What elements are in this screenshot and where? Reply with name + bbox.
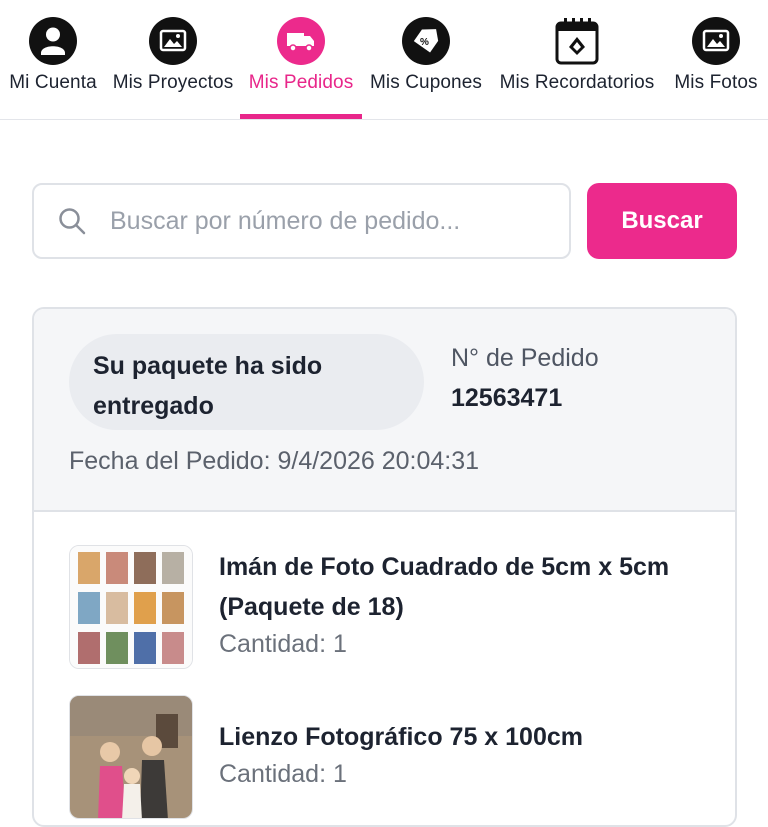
nav-tab-label: Mi Cuenta	[9, 72, 97, 93]
search-box	[32, 183, 571, 259]
order-number: 12563471	[451, 384, 563, 412]
svg-text:%: %	[420, 37, 429, 48]
order-search-input[interactable]	[108, 205, 552, 237]
order-number-label: N° de Pedido	[451, 344, 599, 372]
order-header: Su paquete ha sido entregado N° de Pedid…	[34, 309, 735, 512]
user-icon	[29, 17, 77, 65]
nav-tab-label: Mis Fotos	[674, 72, 758, 93]
nav-tab-mis-proyectos[interactable]: Mis Proyectos	[110, 0, 236, 120]
nav-tab-mi-cuenta[interactable]: Mi Cuenta	[0, 0, 106, 120]
product-quantity: Cantidad: 1	[219, 630, 347, 658]
image-icon	[149, 17, 197, 65]
product-title: Lienzo Fotográfico 75 x 100cm	[219, 723, 583, 751]
product-title-line2: (Paquete de 18)	[219, 593, 404, 621]
order-card: Su paquete ha sido entregado N° de Pedid…	[32, 307, 737, 827]
search-button[interactable]: Buscar	[587, 183, 737, 259]
image-icon	[692, 17, 740, 65]
product-quantity: Cantidad: 1	[219, 760, 347, 788]
nav-tab-label: Mis Recordatorios	[499, 72, 655, 93]
calendar-icon	[553, 17, 601, 65]
order-date: Fecha del Pedido: 9/4/2026 20:04:31	[69, 447, 480, 475]
search-icon	[59, 208, 86, 235]
delivery-status-badge: Su paquete ha sido entregado	[69, 334, 424, 430]
nav-tab-mis-pedidos[interactable]: Mis Pedidos	[240, 0, 362, 120]
nav-tab-mis-fotos[interactable]: Mis Fotos	[666, 0, 766, 120]
nav-tab-label: Mis Pedidos	[248, 72, 354, 93]
product-title: Imán de Foto Cuadrado de 5cm x 5cm	[219, 553, 670, 581]
nav-tab-mis-cupones[interactable]: % Mis Cupones	[366, 0, 486, 120]
active-tab-indicator	[240, 114, 362, 119]
nav-tab-label: Mis Proyectos	[112, 72, 234, 93]
truck-icon	[277, 17, 325, 65]
nav-tab-mis-recordatorios[interactable]: Mis Recordatorios	[492, 0, 662, 120]
top-navigation: Mi Cuenta Mis Proyectos Mis Pedidos % Mi…	[0, 0, 768, 120]
nav-tab-label: Mis Cupones	[370, 72, 482, 93]
product-thumbnail	[69, 545, 193, 669]
product-thumbnail	[69, 695, 193, 819]
coupon-tag-icon: %	[402, 17, 450, 65]
